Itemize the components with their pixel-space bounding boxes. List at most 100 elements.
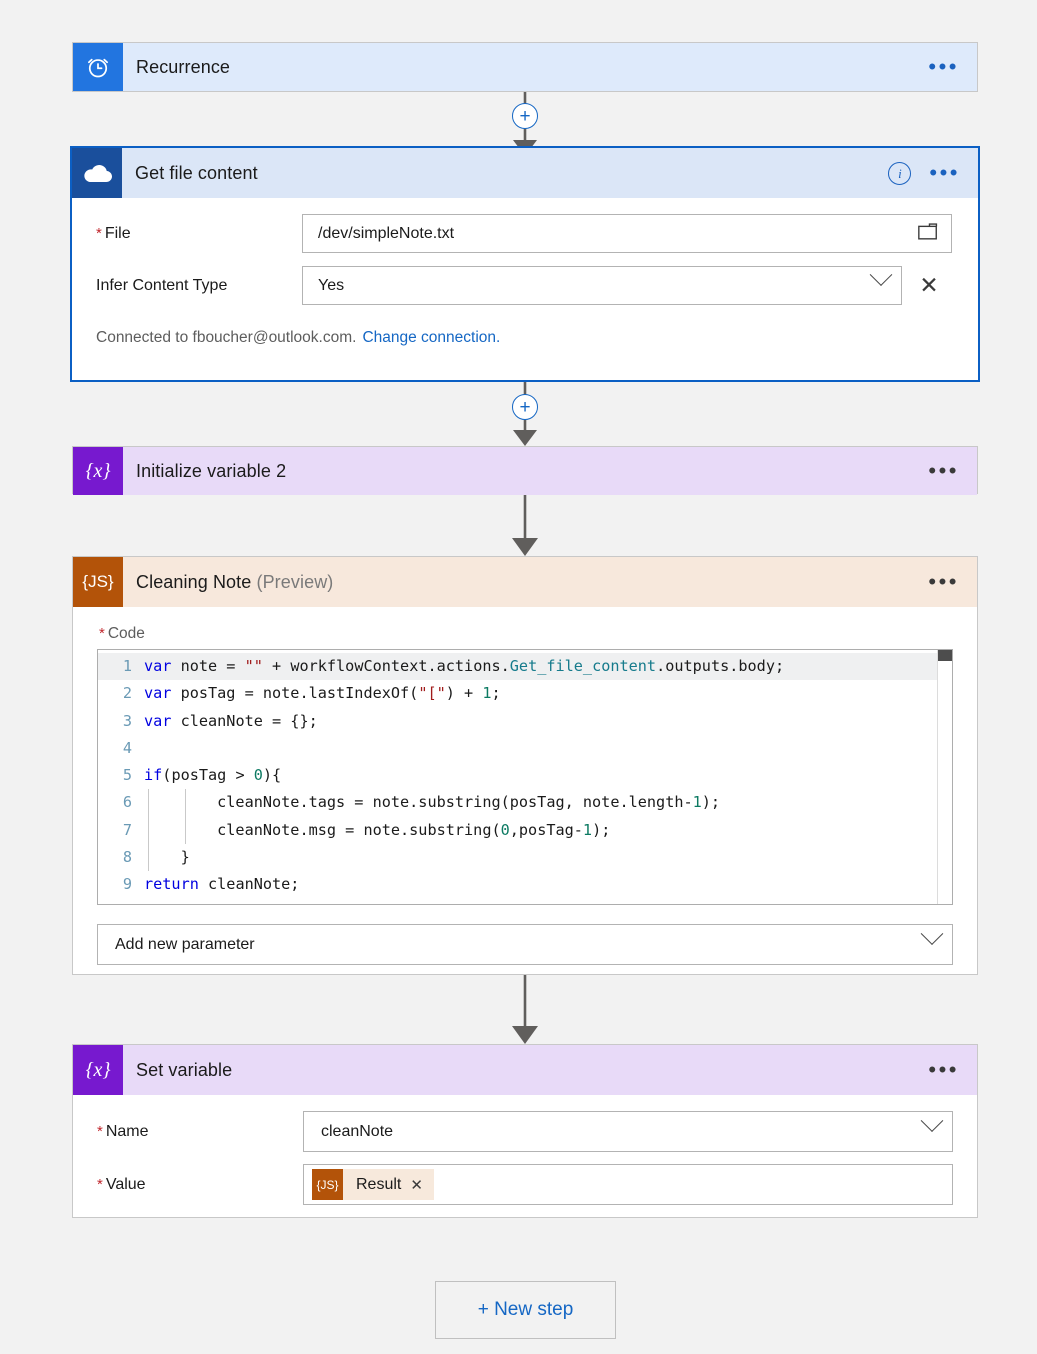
clear-infer-content-type-button[interactable]: ✕: [918, 274, 940, 297]
overflow-menu-icon[interactable]: •••: [928, 571, 959, 593]
change-connection-link[interactable]: Change connection.: [362, 329, 500, 346]
field-row-value: * Value {JS} Result ✕: [73, 1164, 977, 1205]
variable-name-select[interactable]: cleanNote: [303, 1111, 953, 1152]
overflow-menu-icon[interactable]: •••: [928, 56, 959, 78]
code-line-content: if(posTag > 0){: [144, 766, 282, 785]
dynamic-content-token[interactable]: {JS} Result ✕: [312, 1169, 434, 1200]
connection-note: Connected to fboucher@outlook.com. Change…: [72, 329, 978, 347]
indent-guide: [185, 816, 186, 845]
code-line-content: return cleanNote;: [144, 875, 300, 894]
card-header[interactable]: {x} Set variable •••: [73, 1045, 977, 1095]
code-line-content: cleanNote.tags = note.substring(posTag, …: [144, 793, 721, 812]
card-header[interactable]: Get file content i •••: [72, 148, 978, 198]
card-title: Recurrence: [136, 56, 231, 77]
flow-step-initialize-variable-2[interactable]: {x} Initialize variable 2 •••: [72, 446, 978, 495]
javascript-icon: {JS}: [73, 557, 123, 607]
card-title: Set variable: [136, 1059, 233, 1080]
field-control-name: cleanNote: [303, 1108, 953, 1152]
card-header[interactable]: {JS} Cleaning Note (Preview) •••: [73, 557, 977, 607]
add-new-parameter-select[interactable]: Add new parameter: [97, 924, 953, 965]
code-line: 7 cleanNote.msg = note.substring(0,posTa…: [98, 816, 952, 845]
field-control-value: {JS} Result ✕: [303, 1164, 953, 1205]
indent-guide: [185, 789, 186, 817]
flow-step-cleaning-note[interactable]: {JS} Cleaning Note (Preview) ••• * Code 1…: [72, 556, 978, 975]
card-body: * File /dev/simpleNote.txt Infer Content…: [72, 214, 978, 347]
code-line-number: 9: [122, 875, 132, 894]
token-label: Result: [356, 1175, 402, 1193]
card-header[interactable]: {x} Initialize variable 2 •••: [73, 447, 977, 495]
card-title: Get file content: [135, 162, 258, 183]
code-line-number: 1: [122, 657, 132, 675]
code-line: 2 var posTag = note.lastIndexOf("[") + 1;: [98, 680, 952, 707]
field-label-file: * File: [96, 225, 302, 243]
field-row-file: * File /dev/simpleNote.txt: [72, 214, 978, 253]
code-line-content: var cleanNote = {};: [144, 711, 318, 730]
card-header[interactable]: Recurrence •••: [73, 43, 977, 91]
code-line: 3 var cleanNote = {};: [98, 708, 952, 735]
code-line: 6 cleanNote.tags = note.substring(posTag…: [98, 789, 952, 817]
code-line-number: 3: [122, 711, 132, 730]
required-asterisk: *: [96, 224, 102, 242]
code-line-number: 8: [122, 848, 132, 867]
new-step-button[interactable]: + New step: [435, 1281, 616, 1339]
field-label-value: * Value: [97, 1176, 303, 1194]
field-label-text: Name: [105, 1122, 149, 1140]
preview-badge: (Preview): [256, 571, 334, 592]
variable-icon-glyph: {x}: [85, 1058, 111, 1081]
indent-guide: [148, 844, 149, 872]
alarm-clock-icon: [73, 43, 123, 91]
code-field-label-text: Code: [107, 625, 145, 642]
flow-step-set-variable[interactable]: {x} Set variable ••• * Name cleanNote * …: [72, 1044, 978, 1218]
info-icon[interactable]: i: [888, 161, 912, 185]
code-line-content: var posTag = note.lastIndexOf("[") + 1;: [144, 684, 501, 703]
code-line-content: cleanNote.msg = note.substring(0,posTag-…: [144, 820, 611, 839]
field-control-file: /dev/simpleNote.txt: [302, 214, 952, 253]
remove-token-button[interactable]: ✕: [410, 1176, 434, 1194]
card-body: * Code 1 var note = "" + workflowContext.a…: [73, 625, 977, 965]
indent-guide: [148, 816, 149, 845]
code-field-label: * Code: [73, 625, 977, 643]
overflow-menu-icon[interactable]: •••: [928, 1059, 959, 1081]
onedrive-cloud-icon: [72, 148, 122, 198]
add-new-parameter-placeholder: Add new parameter: [115, 935, 255, 953]
flow-step-get-file-content[interactable]: Get file content i ••• * File /dev/simpl…: [70, 146, 980, 382]
flow-step-recurrence[interactable]: Recurrence •••: [72, 42, 978, 92]
variable-value-input[interactable]: {JS} Result ✕: [303, 1164, 953, 1205]
code-line: 5 if(posTag > 0){: [98, 762, 952, 789]
code-editor-scrollbar[interactable]: [937, 650, 952, 904]
file-input[interactable]: /dev/simpleNote.txt: [302, 214, 952, 253]
code-line: 9 return cleanNote;: [98, 871, 952, 898]
required-asterisk: *: [97, 1175, 103, 1193]
insert-step-button-1[interactable]: +: [512, 103, 538, 129]
code-editor-scrollbar-thumb[interactable]: [938, 650, 952, 661]
code-line: 8 }: [98, 844, 952, 872]
card-actions: •••: [928, 1059, 977, 1081]
overflow-menu-icon[interactable]: •••: [929, 162, 960, 184]
card-actions: i •••: [888, 161, 978, 185]
card-actions: •••: [928, 571, 977, 593]
indent-guide: [148, 789, 149, 817]
code-line-content: var note = "" + workflowContext.actions.…: [144, 657, 785, 675]
code-line-content: }: [144, 848, 190, 867]
code-editor[interactable]: 1 var note = "" + workflowContext.actions…: [97, 649, 953, 905]
card-actions: •••: [928, 460, 977, 482]
code-line-number: 2: [122, 684, 132, 703]
overflow-menu-icon[interactable]: •••: [928, 460, 959, 482]
field-label-text: Value: [105, 1175, 146, 1193]
flow-designer-canvas: Recurrence ••• + + Get file content i ••…: [0, 0, 1037, 1354]
code-line-number: 4: [122, 738, 132, 757]
required-asterisk: *: [99, 625, 105, 642]
variable-name-value: cleanNote: [321, 1122, 394, 1140]
variable-icon-glyph: {x}: [85, 459, 111, 482]
field-label-infer: Infer Content Type: [96, 277, 302, 295]
variable-icon: {x}: [73, 447, 123, 495]
infer-content-type-value: Yes: [318, 276, 345, 294]
infer-content-type-select[interactable]: Yes: [302, 266, 902, 305]
code-editor-lines[interactable]: 1 var note = "" + workflowContext.actions…: [98, 650, 952, 899]
insert-step-button-2[interactable]: +: [512, 394, 538, 420]
javascript-icon-glyph: {JS}: [82, 572, 114, 591]
required-asterisk: *: [97, 1122, 103, 1140]
card-title: Cleaning Note (Preview): [123, 572, 928, 593]
card-actions: •••: [928, 56, 977, 78]
field-label-text: Infer Content Type: [96, 276, 228, 294]
